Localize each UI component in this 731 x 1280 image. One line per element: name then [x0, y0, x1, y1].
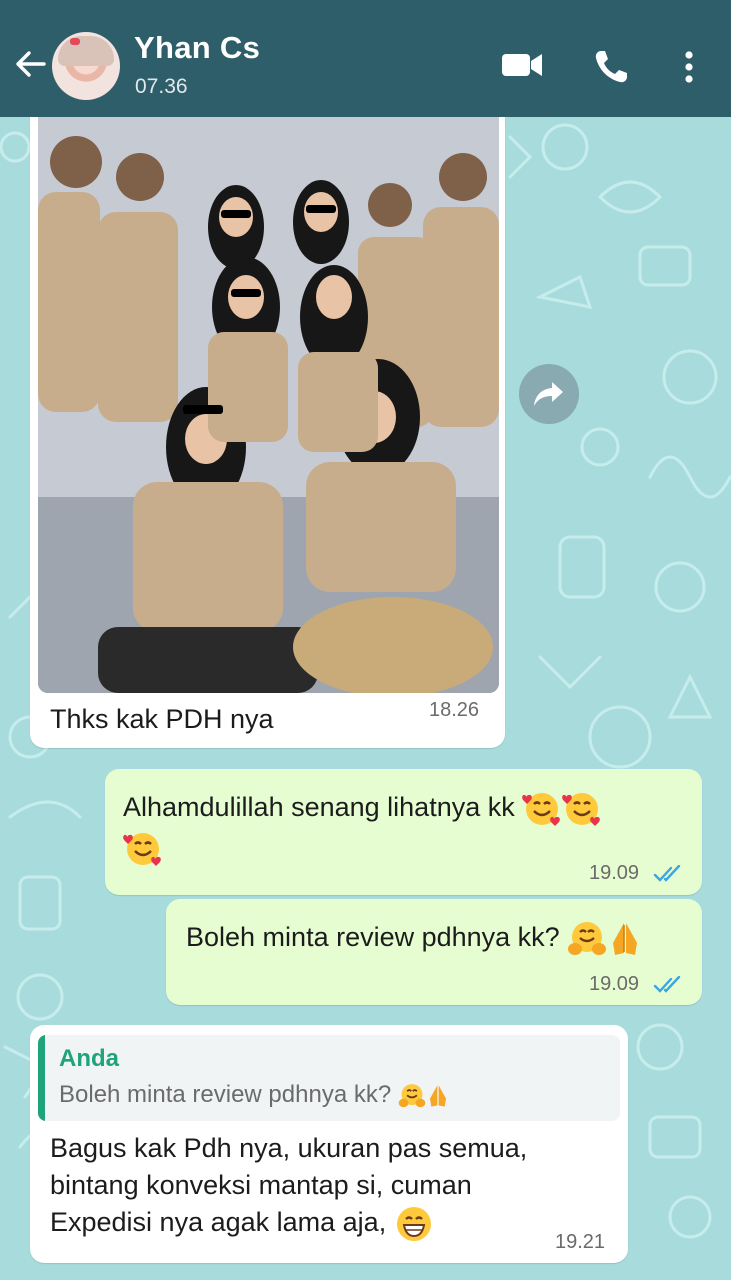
chat-header: Yhan Cs 07.36	[0, 0, 731, 117]
contact-avatar[interactable]	[52, 32, 120, 100]
forward-icon	[534, 382, 563, 406]
quote-author: Anda	[59, 1045, 119, 1072]
shared-photo[interactable]	[38, 117, 499, 693]
smiling-face-with-hearts-icon	[522, 793, 561, 826]
back-arrow-icon[interactable]	[12, 46, 48, 82]
folded-hands-icon	[429, 1084, 446, 1107]
quote-text: Boleh minta review pdhnya kk?	[59, 1081, 392, 1108]
grinning-face-icon	[396, 1207, 431, 1241]
read-receipt-icon	[653, 976, 681, 993]
message-text-line: bintang konveksi mantap si, cuman	[50, 1170, 472, 1200]
message-time: 19.09	[589, 862, 640, 884]
incoming-reply-message[interactable]: Anda Boleh minta review pdhnya kk? Bagus…	[30, 1025, 628, 1263]
message-time: 18.26	[429, 699, 480, 721]
message-text: Boleh minta review pdhnya kk?	[186, 922, 560, 953]
quoted-message[interactable]: Anda Boleh minta review pdhnya kk?	[38, 1035, 620, 1121]
message-time: 19.21	[555, 1231, 606, 1253]
contact-name[interactable]: Yhan Cs	[134, 30, 260, 66]
folded-hands-icon	[613, 923, 638, 955]
hugging-face-icon	[398, 1083, 426, 1107]
forward-button[interactable]	[519, 364, 579, 424]
outgoing-message[interactable]: Boleh minta review pdhnya kk? 19.09	[166, 899, 702, 1005]
video-call-icon[interactable]	[500, 48, 544, 82]
message-time: 19.09	[589, 973, 640, 995]
phone-icon[interactable]	[592, 48, 630, 86]
incoming-image-message[interactable]: Thks kak PDH nya 18.26	[30, 117, 505, 748]
image-caption: Thks kak PDH nya	[50, 704, 274, 734]
hugging-face-icon	[568, 922, 607, 955]
contact-last-seen: 07.36	[135, 75, 188, 98]
smiling-face-with-hearts-icon	[123, 833, 161, 866]
message-text: Alhamdulillah senang lihatnya kk	[123, 792, 515, 823]
smiling-face-with-hearts-icon	[562, 793, 601, 826]
message-text-line: Bagus kak Pdh nya, ukuran pas semua,	[50, 1133, 528, 1163]
read-receipt-icon	[653, 865, 681, 882]
chat-area[interactable]: Thks kak PDH nya 18.26 Alhamdulillah sen…	[0, 117, 731, 1280]
outgoing-message[interactable]: Alhamdulillah senang lihatnya kk 19.09	[105, 769, 702, 895]
more-options-icon[interactable]	[676, 48, 702, 86]
quote-accent-bar	[38, 1035, 45, 1121]
message-text-line: Expedisi nya agak lama aja,	[50, 1207, 387, 1238]
